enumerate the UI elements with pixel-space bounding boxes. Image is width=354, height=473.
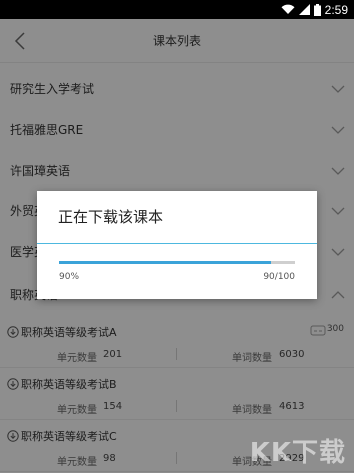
download-dialog: 正在下载该课本 90% 90/100	[37, 191, 317, 299]
progress-fill	[59, 261, 272, 264]
battery-icon	[313, 3, 321, 16]
dialog-divider	[37, 243, 317, 244]
watermark-logo: KK下载	[249, 438, 346, 468]
status-icons: 2:59	[281, 0, 348, 19]
signal-icon	[298, 4, 310, 15]
status-bar: 2:59	[0, 0, 354, 19]
progress-percent: 90%	[59, 272, 80, 282]
progress-bar	[59, 261, 295, 264]
status-time: 2:59	[324, 2, 348, 17]
wifi-icon	[281, 4, 295, 14]
progress-fraction: 90/100	[263, 272, 295, 282]
dialog-title: 正在下载该课本	[58, 208, 164, 226]
